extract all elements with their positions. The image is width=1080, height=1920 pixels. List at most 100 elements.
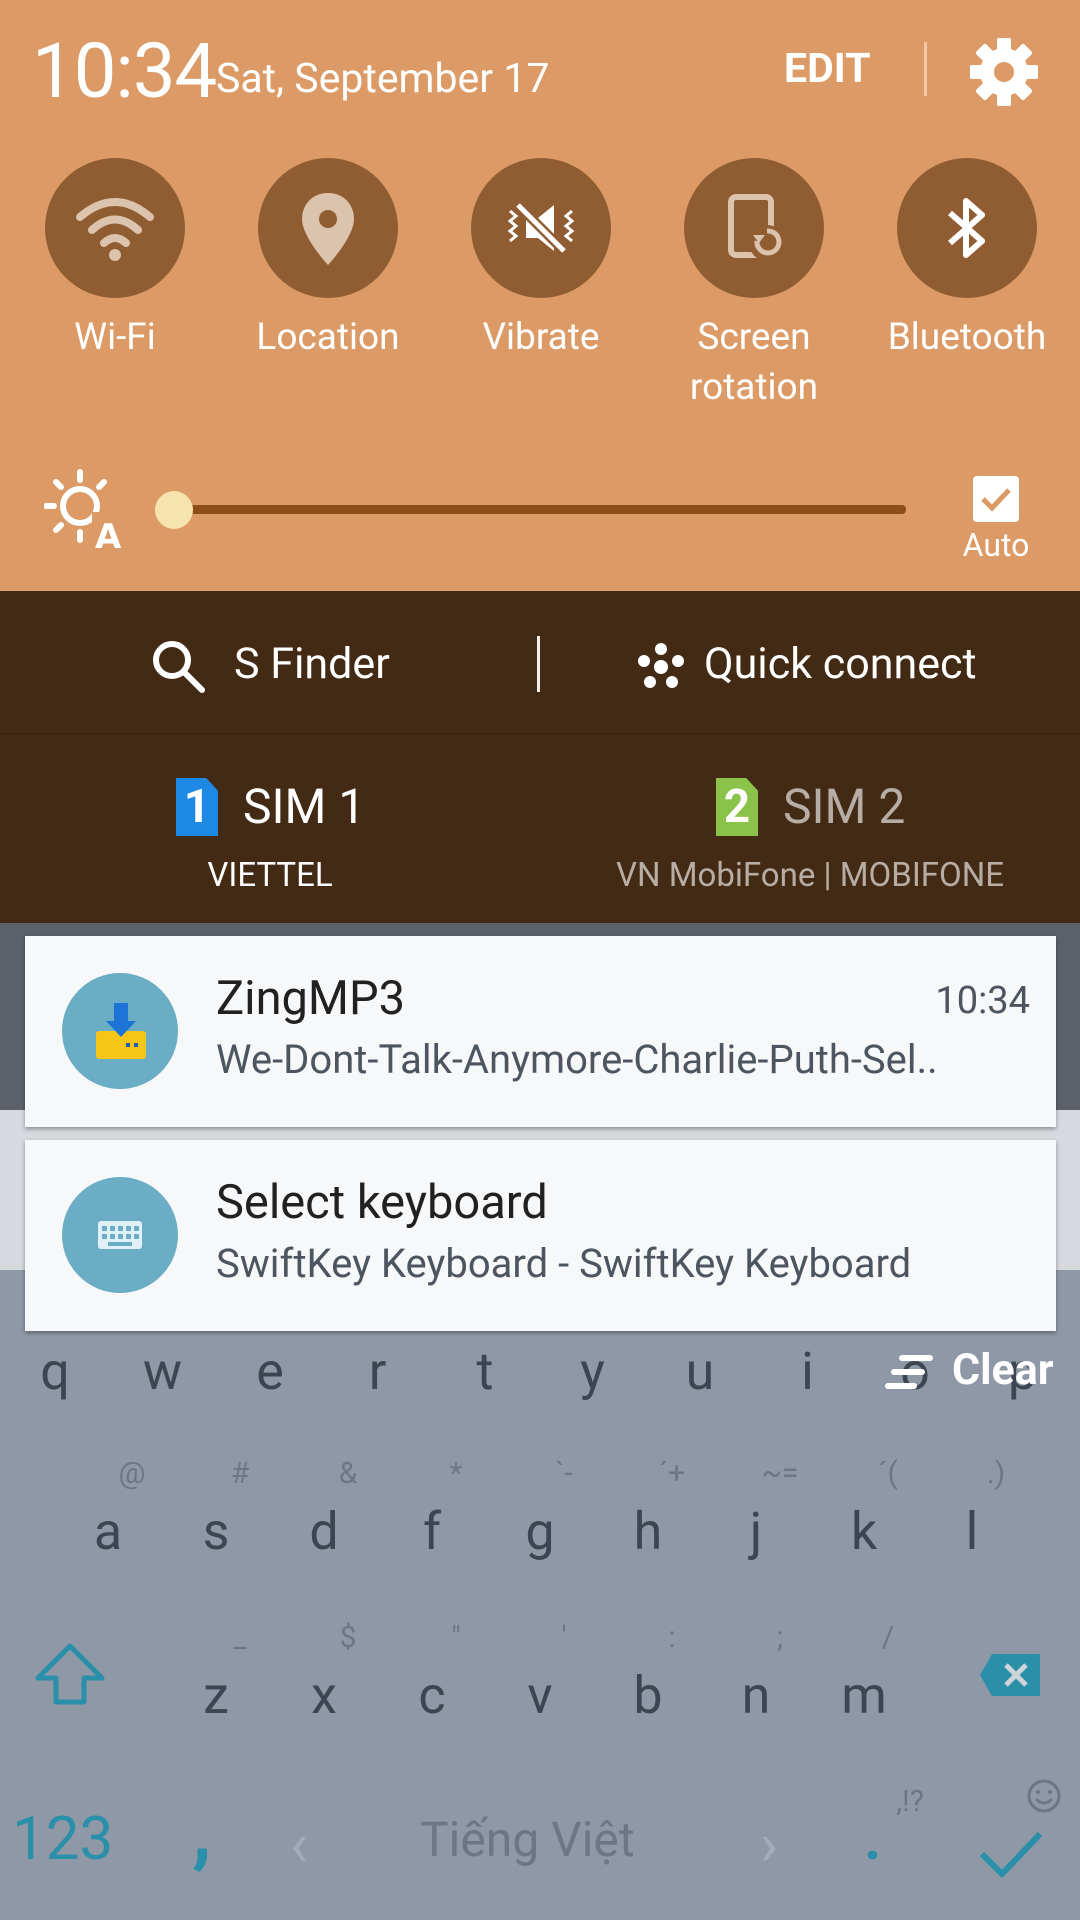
key-hint: " [451,1620,461,1655]
language-next-icon[interactable]: › [760,1815,778,1875]
sim1-operator: VIETTEL [207,856,333,895]
notification-text: We-Dont-Talk-Anymore-Charlie-Puth-Sel.. [216,1036,938,1083]
divider [924,42,927,96]
key-hint: # [230,1456,250,1491]
key-n[interactable]: n [716,1666,796,1726]
auto-brightness-label: Auto [962,526,1030,564]
screen-rotation-icon [728,194,785,261]
auto-brightness-checkbox[interactable] [973,476,1019,522]
location-pin-icon [302,193,354,265]
location-label: Location [256,316,400,359]
vibrate-icon [507,201,575,255]
sim1-badge-icon: 1 [176,778,218,836]
key-t[interactable]: t [445,1342,525,1402]
clock-date: Sat, September 17 [216,55,550,103]
notification-time: 10:34 [935,979,1030,1023]
location-toggle[interactable] [258,158,398,298]
key-d[interactable]: d [284,1502,364,1562]
checkmark-icon [981,488,1011,512]
notification-select-keyboard[interactable]: Select keyboard SwiftKey Keyboard - Swif… [25,1140,1056,1331]
bluetooth-icon [948,198,985,258]
spacebar-language[interactable]: Tiếng Việt [420,1808,635,1872]
key-hint: ´+ [658,1456,686,1491]
screen-rotation-toggle[interactable] [684,158,824,298]
key-i[interactable]: i [768,1342,848,1402]
sim2-name: SIM 2 [783,778,906,835]
quick-connect-button[interactable]: Quick connect [704,638,977,690]
shift-arrow-icon [35,1643,105,1705]
key-z[interactable]: z [176,1666,256,1726]
key-g[interactable]: g [500,1502,580,1562]
settings-gear-icon[interactable] [964,32,1044,112]
brightness-slider-thumb[interactable] [155,491,193,529]
period-key[interactable]: . [864,1804,881,1874]
notification-zingmp3[interactable]: ZingMP3 10:34 We-Dont-Talk-Anymore-Charl… [25,936,1056,1127]
search-icon [150,638,206,694]
shift-key[interactable] [32,1640,108,1710]
key-hint: @ [118,1456,146,1491]
bluetooth-label: Bluetooth [887,316,1047,359]
key-b[interactable]: b [608,1666,688,1726]
key-w[interactable]: w [123,1342,203,1402]
brightness-slider-track[interactable] [172,505,906,514]
clear-all-icon [884,1352,934,1392]
key-hint: ´( [878,1456,898,1491]
wifi-label: Wi-Fi [74,316,156,359]
key-hint: $ [339,1620,357,1655]
sim2-badge-icon: 2 [716,778,758,836]
clear-button[interactable]: Clear [952,1342,1054,1398]
numbers-key[interactable]: 123 [12,1804,113,1874]
key-s[interactable]: s [176,1502,256,1562]
key-hint: ' [561,1620,567,1655]
key-y[interactable]: y [553,1342,633,1402]
key-v[interactable]: v [500,1666,580,1726]
key-hint: ; [776,1620,784,1655]
backspace-icon [980,1654,1040,1696]
key-m[interactable]: m [824,1666,904,1726]
key-hint: * [449,1456,463,1491]
emoji-icon[interactable] [1026,1778,1062,1814]
key-hint: `- [555,1456,573,1491]
language-prev-icon[interactable]: ‹ [290,1815,308,1875]
notification-title: ZingMP3 [216,971,406,1026]
vibrate-toggle[interactable] [471,158,611,298]
zingmp3-app-icon [62,973,178,1089]
backspace-key[interactable] [978,1652,1042,1698]
key-l[interactable]: l [932,1502,1012,1562]
key-hint: : [668,1620,676,1655]
key-x[interactable]: x [284,1666,364,1726]
screen-rotation-label-line2: rotation [689,366,819,409]
divider [537,636,540,692]
key-e[interactable]: e [230,1342,310,1402]
key-c[interactable]: c [392,1666,472,1726]
wifi-icon [76,198,154,261]
s-finder-button[interactable]: S Finder [234,638,390,690]
key-f[interactable]: f [392,1502,472,1562]
key-hint: / [881,1620,895,1655]
notification-text: SwiftKey Keyboard - SwiftKey Keyboard [216,1240,912,1287]
bluetooth-toggle[interactable] [897,158,1037,298]
key-j[interactable]: j [716,1502,796,1562]
sim1-name: SIM 1 [243,778,366,835]
edit-button[interactable]: EDIT [784,44,871,94]
key-u[interactable]: u [660,1342,740,1402]
key-k[interactable]: k [824,1502,904,1562]
key-hint: & [338,1456,358,1491]
key-h[interactable]: h [608,1502,688,1562]
key-q[interactable]: q [15,1342,95,1402]
key-a[interactable]: a [68,1502,148,1562]
checkmark-icon [979,1831,1043,1879]
keyboard-icon [98,1221,142,1249]
notification-title: Select keyboard [216,1175,548,1230]
screen-rotation-label: Screen [697,316,811,359]
wifi-toggle[interactable] [45,158,185,298]
brightness-auto-icon: A [43,468,126,557]
sim2-operator: VN MobiFone | MOBIFONE [615,856,1005,895]
svg-text:A: A [95,517,122,550]
key-hint: .) [986,1456,1006,1491]
keyboard-app-icon [62,1177,178,1293]
key-hint: _ [233,1620,247,1655]
enter-key[interactable] [976,1826,1046,1882]
key-r[interactable]: r [338,1342,418,1402]
comma-key[interactable]: , [192,1786,212,1876]
